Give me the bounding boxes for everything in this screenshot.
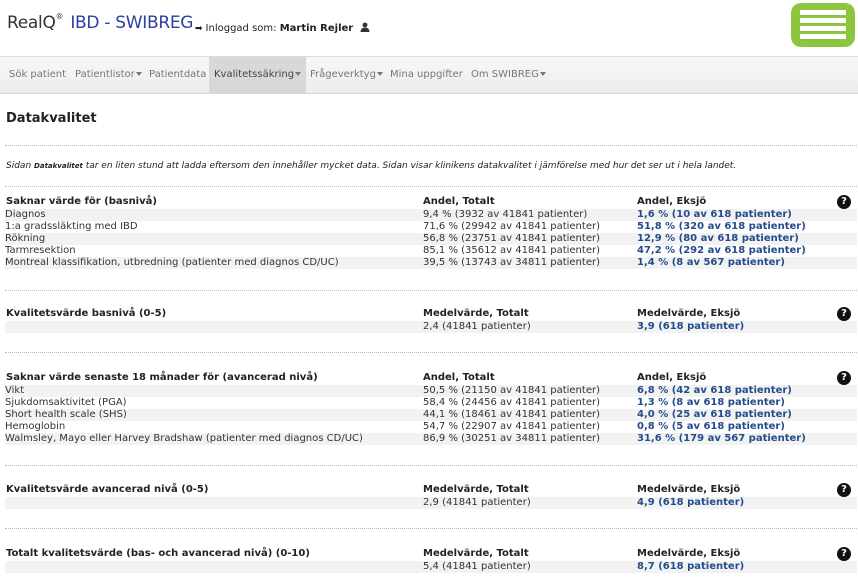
table-row: Walmsley, Mayo eller Harvey Bradshaw (pa…	[5, 433, 857, 445]
column-header-local: Medelvärde, Eksjö	[637, 308, 741, 319]
table-row: Sjukdomsaktivitet (PGA) 58,4 % (24456 av …	[5, 397, 785, 408]
brand-name: RealQ	[7, 13, 56, 33]
section-heading: Saknar värde senaste 18 månader för (ava…	[6, 372, 318, 383]
table-row: 1:a gradssläkting med IBD 71,6 % (29942 a…	[5, 221, 806, 232]
section-heading: Kvalitetsvärde basnivå (0-5)	[6, 308, 167, 319]
nav-patientdata[interactable]: Patientdata	[149, 57, 206, 93]
app-logo[interactable]: RealQ® IBD - SWIBREG	[7, 12, 194, 33]
column-header-total: Medelvärde, Totalt	[423, 484, 529, 495]
intro-text: Sidan Datakvalitet tar en liten stund at…	[6, 161, 737, 171]
menu-logo-icon[interactable]	[789, 1, 857, 49]
caret-down-icon	[135, 72, 142, 76]
help-icon[interactable]: ?	[837, 371, 851, 385]
table-row: 2,4 (41841 patienter) 3,9 (618 patienter)	[5, 321, 857, 333]
nav-mina-uppgifter[interactable]: Mina uppgifter	[390, 57, 463, 93]
column-header-local: Andel, Eksjö	[637, 372, 707, 383]
nav-label: Mina uppgifter	[390, 69, 463, 80]
divider	[5, 352, 857, 353]
brand-subtitle: IBD - SWIBREG	[70, 13, 194, 33]
nav-label: Kvalitetssäkring	[214, 69, 295, 80]
table-row: Short health scale (SHS) 44,1 % (18461 av…	[5, 409, 857, 421]
login-info: ➡ Inloggad som: Martin Rejler	[195, 21, 370, 34]
main-nav: Sök patient Patientlistor Patientdata Kv…	[0, 56, 858, 94]
login-prefix: Inloggad som:	[205, 23, 277, 34]
nav-patientlistor[interactable]: Patientlistor	[75, 57, 142, 93]
column-header-total: Andel, Totalt	[423, 372, 495, 383]
nav-label: Sök patient	[9, 69, 67, 80]
column-header-local: Medelvärde, Eksjö	[637, 484, 741, 495]
user-icon	[360, 22, 370, 32]
header: RealQ® IBD - SWIBREG ➡ Inloggad som: Mart…	[0, 0, 858, 52]
table-row: Hemoglobin 54,7 % (22907 av 41841 patient…	[5, 421, 785, 432]
table-row: 5,4 (41841 patienter) 8,7 (618 patienter)	[5, 561, 857, 573]
caret-down-icon	[539, 72, 546, 76]
column-header-total: Medelvärde, Totalt	[423, 548, 529, 559]
nav-sok-patient[interactable]: Sök patient	[9, 57, 66, 93]
section-heading: Saknar värde för (basnivå)	[6, 196, 157, 207]
user-name[interactable]: Martin Rejler	[280, 23, 354, 34]
registered-mark: ®	[55, 12, 64, 21]
table-row: 2,9 (41841 patienter) 4,9 (618 patienter)	[5, 497, 857, 509]
column-header-total: Medelvärde, Totalt	[423, 308, 529, 319]
table-row: Tarmresektion 85,1 % (35612 av 41841 pati…	[5, 245, 806, 256]
section-heading: Kvalitetsvärde avancerad nivå (0-5)	[6, 484, 209, 495]
help-icon[interactable]: ?	[837, 195, 851, 209]
table-row: Rökning 56,8 % (23751 av 41841 patienter)…	[5, 233, 857, 245]
nav-om-swibreg[interactable]: Om SWIBREG	[471, 57, 546, 93]
nav-label: Om SWIBREG	[471, 69, 539, 80]
divider	[5, 528, 857, 529]
table-row: Vikt 50,5 % (21150 av 41841 patienter) 6,8…	[5, 385, 857, 397]
column-header-local: Andel, Eksjö	[637, 196, 707, 207]
column-header-total: Andel, Totalt	[423, 196, 495, 207]
page-title: Datakvalitet	[6, 111, 97, 126]
nav-label: Patientlistor	[75, 69, 135, 80]
nav-kvalitetssakring[interactable]: Kvalitetssäkring	[209, 57, 307, 93]
divider	[5, 145, 857, 146]
section-heading: Totalt kvalitetsvärde (bas- och avancera…	[6, 548, 310, 559]
divider	[5, 290, 857, 291]
help-icon[interactable]: ?	[837, 483, 851, 497]
nav-fragverktyg[interactable]: Frågeverktyg	[310, 57, 383, 93]
table-row: Diagnos 9,4 % (3932 av 41841 patienter) 1,…	[5, 209, 857, 221]
help-icon[interactable]: ?	[837, 547, 851, 561]
arrow-right-icon: ➡	[195, 24, 203, 34]
caret-down-icon	[376, 72, 383, 76]
help-icon[interactable]: ?	[837, 307, 851, 321]
divider	[5, 465, 857, 466]
divider	[5, 186, 857, 187]
nav-label: Frågeverktyg	[310, 69, 376, 80]
nav-label: Patientdata	[149, 69, 207, 80]
table-row: Montreal klassifikation, utbredning (pat…	[5, 257, 857, 269]
caret-down-icon	[295, 72, 302, 76]
column-header-local: Medelvärde, Eksjö	[637, 548, 741, 559]
